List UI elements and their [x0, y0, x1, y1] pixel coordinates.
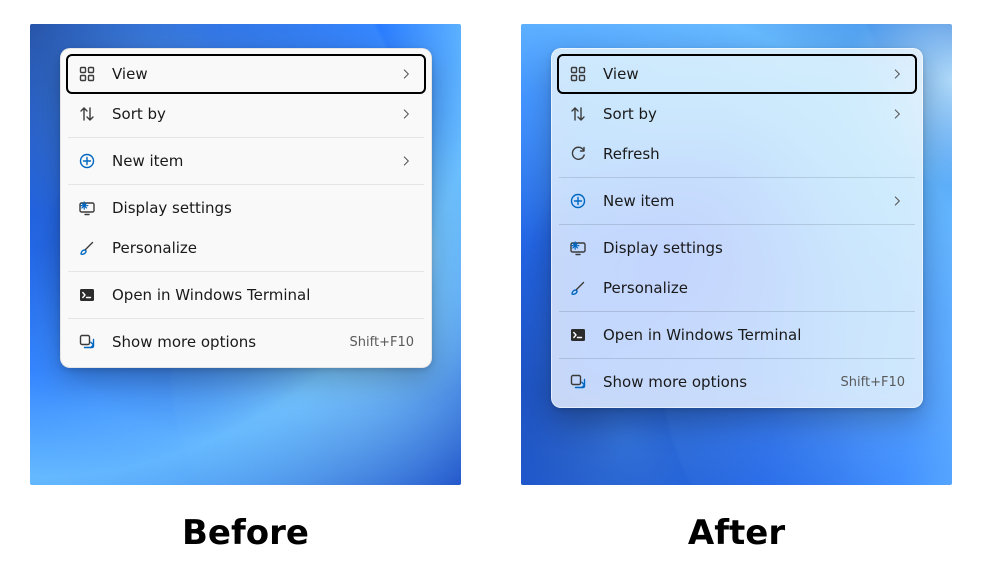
menu-item-label: View — [603, 65, 891, 83]
before-panel: View Sort by New item Display settings Perso… — [0, 0, 491, 553]
terminal-icon — [78, 286, 96, 304]
menu-item-shortcut: Shift+F10 — [841, 375, 905, 390]
menu-item-label: View — [112, 65, 400, 83]
menu-item-shortcut: Shift+F10 — [350, 335, 414, 350]
menu-item-view[interactable]: View — [557, 54, 917, 94]
menu-item-more[interactable]: Show more optionsShift+F10 — [66, 322, 426, 362]
menu-item-label: Open in Windows Terminal — [112, 286, 414, 304]
menu-separator — [68, 184, 424, 185]
menu-separator — [68, 318, 424, 319]
context-menu-after: View Sort by Refresh New item Display settin… — [551, 48, 923, 408]
menu-separator — [68, 137, 424, 138]
menu-item-label: Open in Windows Terminal — [603, 326, 905, 344]
after-caption: After — [688, 513, 785, 553]
menu-item-label: Show more options — [603, 373, 841, 391]
menu-item-personal[interactable]: Personalize — [66, 228, 426, 268]
menu-separator — [559, 311, 915, 312]
display-settings-icon — [569, 239, 587, 257]
menu-item-label: Sort by — [603, 105, 891, 123]
grid-icon — [569, 65, 587, 83]
add-circle-icon — [78, 152, 96, 170]
menu-separator — [68, 271, 424, 272]
menu-item-newitem[interactable]: New item — [66, 141, 426, 181]
grid-icon — [78, 65, 96, 83]
menu-separator — [559, 358, 915, 359]
menu-item-sortby[interactable]: Sort by — [557, 94, 917, 134]
before-caption: Before — [182, 513, 309, 553]
brush-icon — [569, 279, 587, 297]
menu-item-display[interactable]: Display settings — [66, 188, 426, 228]
chevron-right-icon — [891, 67, 905, 81]
sort-icon — [569, 105, 587, 123]
menu-item-view[interactable]: View — [66, 54, 426, 94]
display-settings-icon — [78, 199, 96, 217]
menu-item-terminal[interactable]: Open in Windows Terminal — [66, 275, 426, 315]
chevron-right-icon — [400, 67, 414, 81]
chevron-right-icon — [400, 154, 414, 168]
menu-item-sortby[interactable]: Sort by — [66, 94, 426, 134]
menu-item-label: New item — [603, 192, 891, 210]
menu-item-label: Display settings — [112, 199, 414, 217]
after-panel: View Sort by Refresh New item Display settin… — [491, 0, 982, 553]
menu-separator — [559, 224, 915, 225]
menu-separator — [559, 177, 915, 178]
menu-item-label: Refresh — [603, 145, 905, 163]
menu-item-display[interactable]: Display settings — [557, 228, 917, 268]
brush-icon — [78, 239, 96, 257]
menu-item-label: Display settings — [603, 239, 905, 257]
more-options-icon — [78, 333, 96, 351]
menu-item-personal[interactable]: Personalize — [557, 268, 917, 308]
desktop-wallpaper: View Sort by Refresh New item Display settin… — [521, 24, 952, 485]
menu-item-label: Show more options — [112, 333, 350, 351]
context-menu-before: View Sort by New item Display settings Perso… — [60, 48, 432, 368]
desktop-wallpaper: View Sort by New item Display settings Perso… — [30, 24, 461, 485]
menu-item-refresh[interactable]: Refresh — [557, 134, 917, 174]
menu-item-newitem[interactable]: New item — [557, 181, 917, 221]
menu-item-label: Personalize — [603, 279, 905, 297]
menu-item-label: Sort by — [112, 105, 400, 123]
add-circle-icon — [569, 192, 587, 210]
terminal-icon — [569, 326, 587, 344]
more-options-icon — [569, 373, 587, 391]
chevron-right-icon — [891, 107, 905, 121]
menu-item-terminal[interactable]: Open in Windows Terminal — [557, 315, 917, 355]
menu-item-label: Personalize — [112, 239, 414, 257]
sort-icon — [78, 105, 96, 123]
menu-item-more[interactable]: Show more optionsShift+F10 — [557, 362, 917, 402]
refresh-icon — [569, 145, 587, 163]
chevron-right-icon — [891, 194, 905, 208]
chevron-right-icon — [400, 107, 414, 121]
menu-item-label: New item — [112, 152, 400, 170]
